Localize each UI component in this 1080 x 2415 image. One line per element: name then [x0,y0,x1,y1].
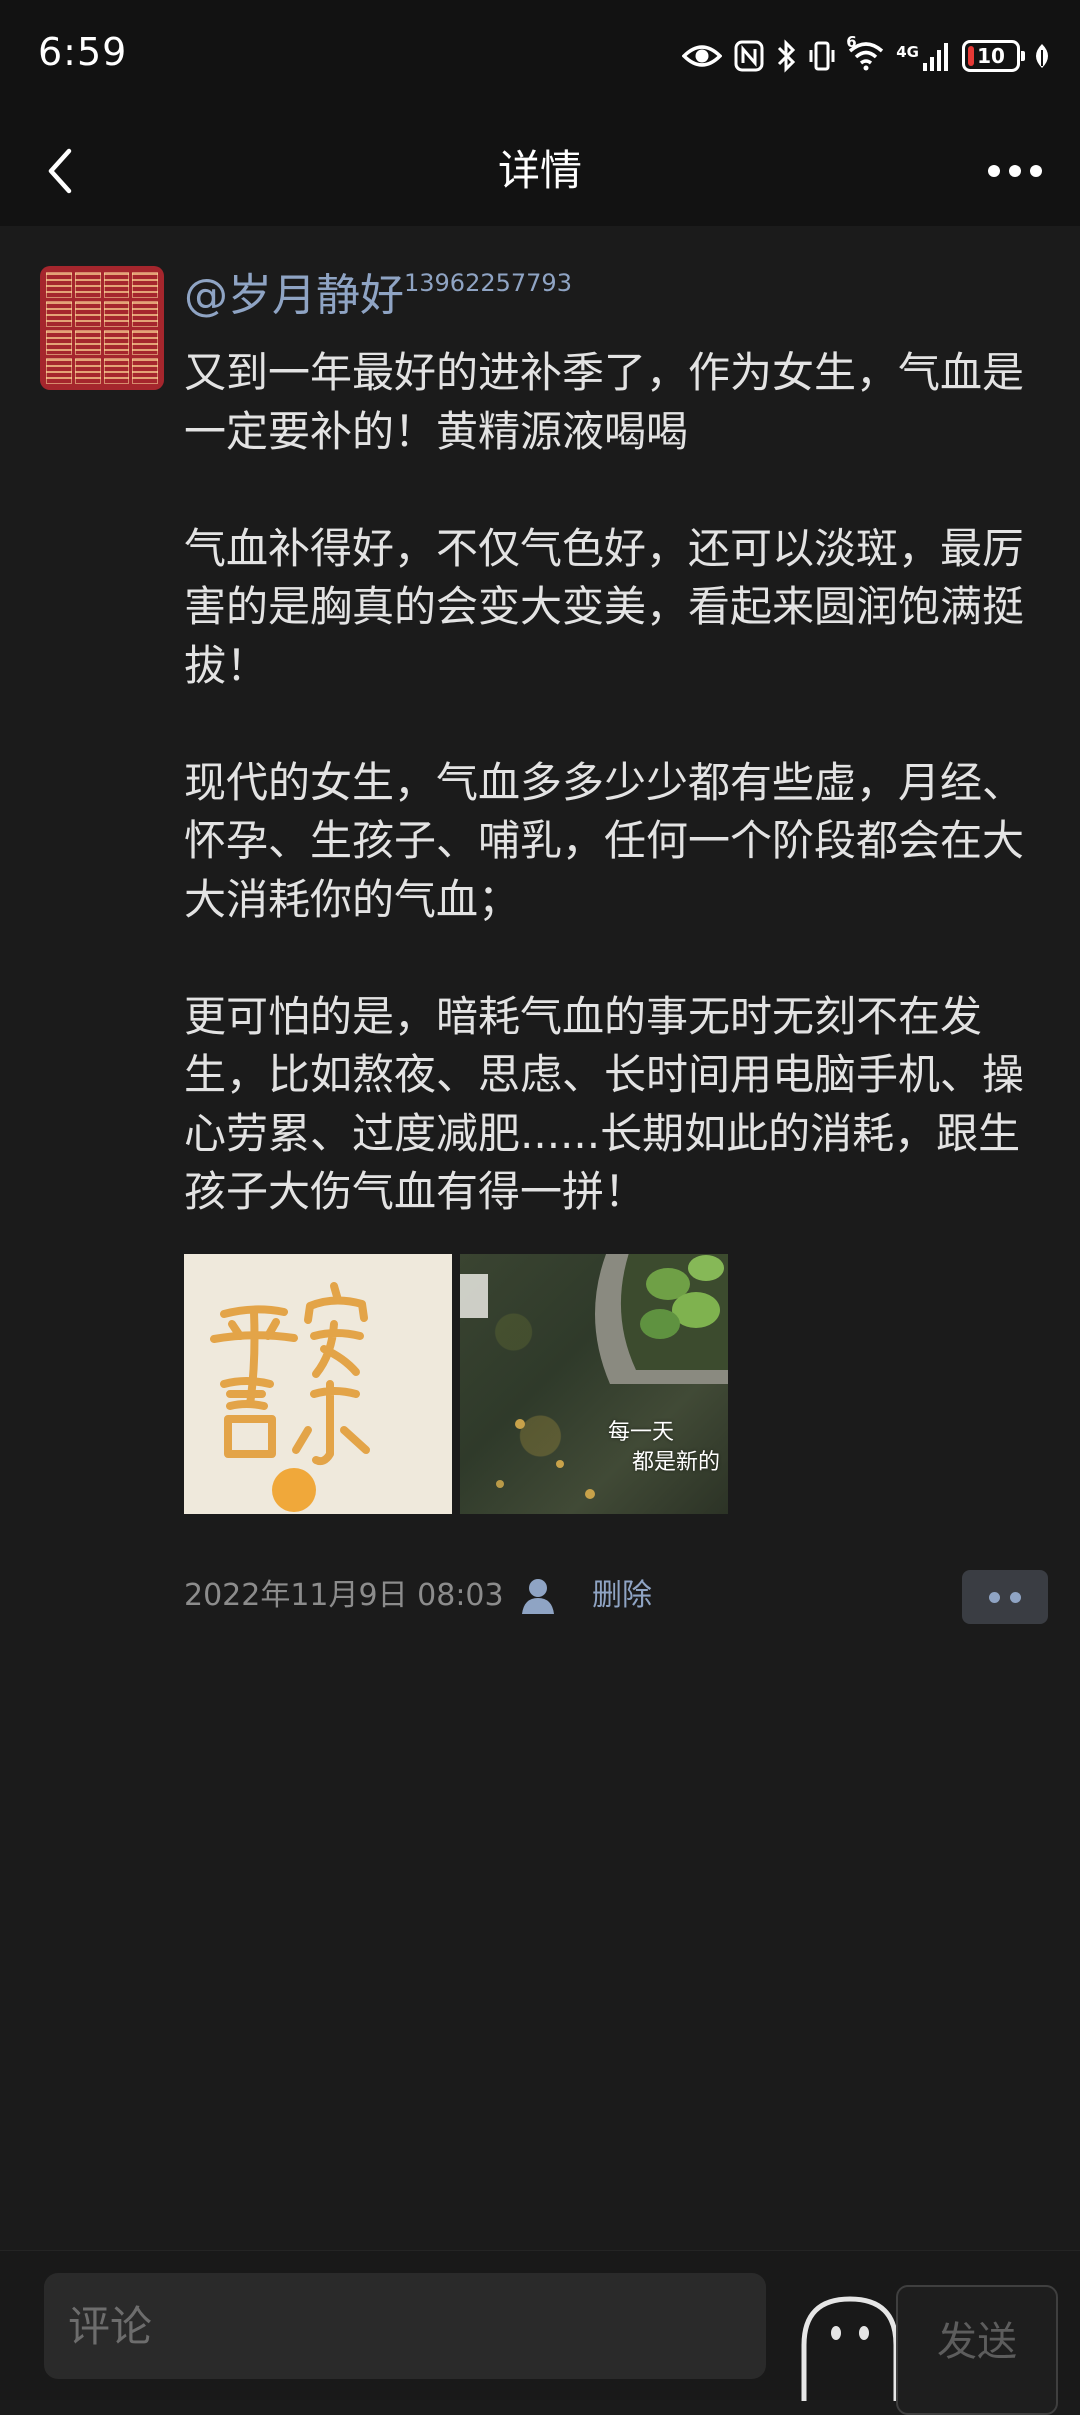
wifi-label: 6 [846,33,857,51]
emoji-button[interactable] [790,2281,910,2401]
author-phone: 13962257793 [404,269,572,297]
post-paragraph: 气血补得好，不仅气色好，还可以淡斑，最厉害的是胸真的会变大变美，看起来圆润饱满挺… [184,523,1025,690]
delete-link[interactable]: 删除 [592,1566,652,1626]
emoji-face-icon [801,2296,899,2401]
more-dots-icon [988,165,1042,177]
leaf-icon [1032,42,1052,70]
photo-caption-line1: 每一天 [608,1420,675,1445]
page-title: 详情 [497,146,582,195]
header: 详情 [0,116,1080,226]
photo-grid: 每一天 都是新的 [184,1254,728,1514]
battery-fill [968,46,974,66]
signal-icon: 4G [896,41,950,71]
post-timestamp: 2022年11月9日 08:03 [184,1578,504,1613]
chevron-left-icon [48,148,72,194]
photo-thumbnail-2[interactable]: 每一天 都是新的 [460,1254,728,1514]
author-line: @岁月静好 13962257793 [184,266,572,326]
two-dots-icon [1010,1591,1021,1603]
battery-icon: 10 [962,40,1025,72]
battery-level: 10 [977,44,1005,68]
vibrate-icon [808,40,836,72]
post-body: 又到一年最好的进补季了，作为女生，气血是一定要补的！黄精源液喝喝 气血补得好，不… [184,344,1040,1222]
calligraphy-image [210,1282,370,1512]
post-paragraph: 又到一年最好的进补季了，作为女生，气血是一定要补的！黄精源液喝喝 [184,348,1025,456]
comment-input[interactable] [44,2273,766,2379]
nfc-icon [734,40,764,72]
network-label: 4G [896,43,919,61]
comment-bar: 发送 [0,2250,1080,2415]
post-paragraph: 现代的女生，气血多多少少都有些虚，月经、怀孕、生孩子、哺乳，任何一个阶段都会在大… [184,757,1025,924]
send-button[interactable]: 发送 [896,2285,1058,2415]
photo-thumbnail-1[interactable] [184,1254,452,1514]
wifi-icon: 6 [846,33,884,71]
two-dots-icon [989,1591,1000,1603]
more-button[interactable] [970,134,1060,208]
avatar-calligraphy-pattern [46,272,158,384]
bluetooth-icon [776,39,796,73]
person-icon[interactable] [520,1576,560,1616]
eye-icon [682,42,723,70]
post-paragraph: 更可怕的是，暗耗气血的事无时无刻不在发生，比如熬夜、思虑、长时间用电脑手机、操心… [184,991,1025,1217]
status-time: 6:59 [38,30,128,74]
status-bar: 6:59 6 4G 10 [0,0,1080,116]
back-button[interactable] [24,134,98,208]
status-icons: 6 4G 10 [682,33,1052,76]
photo-caption-line2: 都是新的 [632,1450,721,1475]
author-name[interactable]: @岁月静好 [184,266,404,326]
post-meta: 2022年11月9日 08:03 删除 [184,1566,1048,1626]
avatar[interactable] [40,266,164,390]
post-action-button[interactable] [962,1570,1048,1624]
